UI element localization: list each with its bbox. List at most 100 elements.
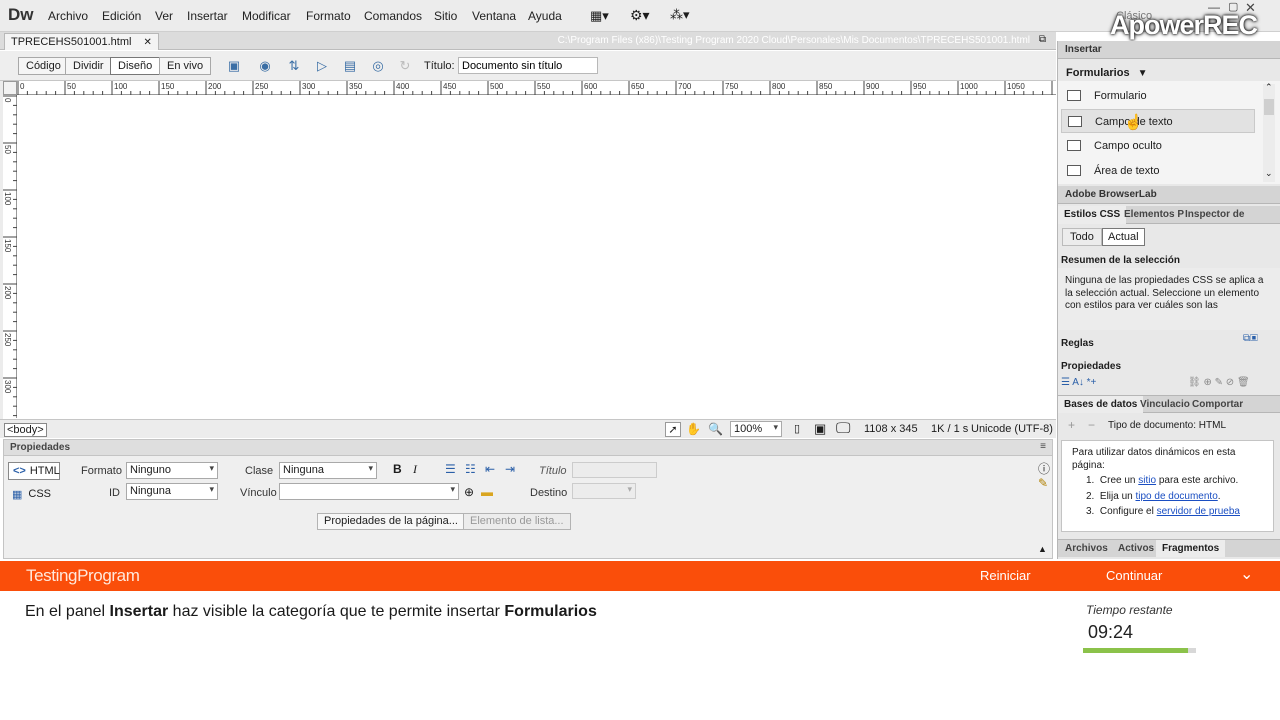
indent-icon[interactable]: ⇥ — [505, 462, 515, 476]
unordered-list-icon[interactable]: ☰ — [445, 462, 456, 476]
menu-ver[interactable]: Ver — [155, 9, 173, 23]
scroll-thumb[interactable] — [1264, 99, 1274, 115]
view-split-button[interactable]: Dividir — [65, 57, 112, 75]
clase-value: Ninguna — [283, 464, 324, 476]
destino-select[interactable]: ▾ — [572, 483, 636, 499]
tablet-size-icon[interactable]: ▣ — [814, 421, 826, 437]
menu-comandos[interactable]: Comandos — [364, 9, 422, 23]
clase-select[interactable]: Ninguna ▾ — [279, 462, 377, 479]
scroll-down-icon[interactable]: ⌄ — [1265, 168, 1273, 179]
tab-vinculaciones[interactable]: Vinculacio — [1140, 399, 1190, 410]
scroll-up-icon[interactable]: ⌃ — [1265, 82, 1273, 93]
insert-item-area-texto[interactable]: Área de texto — [1061, 159, 1255, 183]
menu-archivo[interactable]: Archivo — [48, 9, 88, 23]
page-properties-button[interactable]: Propiedades de la página... — [317, 513, 465, 530]
tab-archivos[interactable]: Archivos — [1065, 543, 1108, 554]
tab-activos[interactable]: Activos — [1118, 543, 1154, 554]
site-icon[interactable]: ⁂▾ — [670, 7, 690, 23]
document-tab[interactable]: TPRECEHS501001.html ✕ — [4, 33, 159, 50]
add-icon[interactable]: + — [1068, 418, 1075, 432]
bold-button[interactable]: B — [393, 462, 402, 476]
collapse-icon[interactable]: ▲ — [1038, 544, 1047, 554]
list-item-button[interactable]: Elemento de lista... — [463, 513, 571, 530]
menu-ventana[interactable]: Ventana — [472, 9, 516, 23]
formato-select[interactable]: Ninguno ▾ — [126, 462, 218, 479]
italic-button[interactable]: I — [413, 462, 417, 477]
horizontal-ruler: 0 50 100 150 200 250 300 350 400 450 500 550 600 650 7… — [17, 81, 1056, 95]
tab-inspector[interactable]: Inspector de — [1185, 209, 1244, 220]
property-action-icons[interactable]: ⛓ ⊕ ✎ ⊘ 🗑 — [1188, 377, 1250, 388]
id-select[interactable]: Ninguna ▾ — [126, 483, 218, 500]
encoding: Unicode (UTF-8) — [971, 423, 1053, 435]
folder-icon[interactable]: ▬ — [481, 485, 493, 499]
insert-list-scrollbar[interactable]: ⌃ ⌄ — [1263, 82, 1275, 182]
menu-edicion[interactable]: Edición — [102, 9, 141, 23]
title-input[interactable] — [458, 57, 598, 74]
chevron-down-icon[interactable]: ⌄ — [1240, 564, 1253, 584]
zoom-tool-icon[interactable]: 🔍 — [708, 422, 723, 436]
view-live-button[interactable]: En vivo — [159, 57, 212, 75]
tag-selector-body[interactable]: <body> — [4, 423, 47, 437]
gear-icon[interactable]: ⚙▾ — [630, 7, 650, 24]
desktop-size-icon[interactable]: 🖵 — [836, 420, 850, 437]
tab-estilos-css[interactable]: Estilos CSS — [1058, 206, 1127, 224]
quick-tag-editor-icon[interactable]: ✎ — [1038, 476, 1048, 490]
point-to-file-icon[interactable]: ⊕ — [464, 485, 474, 499]
tab-elementos-p[interactable]: Elementos P — [1124, 209, 1184, 220]
menu-formato[interactable]: Formato — [306, 9, 351, 23]
file-management-icon[interactable]: ⇅ — [284, 57, 304, 75]
titulo-input[interactable] — [572, 462, 657, 478]
tab-fragmentos[interactable]: Fragmentos — [1156, 540, 1226, 557]
panel-menu-icon[interactable]: ≡ — [1040, 441, 1046, 452]
menu-insertar[interactable]: Insertar — [187, 9, 228, 23]
select-tool-icon[interactable]: ➚ — [665, 422, 681, 437]
insert-panel-header[interactable]: Insertar — [1058, 41, 1280, 59]
rules-icons[interactable]: ⧉▣ — [1243, 333, 1258, 344]
tab-comportamientos[interactable]: Comportar — [1192, 399, 1243, 410]
css-mode-todo[interactable]: Todo — [1062, 228, 1102, 246]
css-mode-button[interactable]: ▦ CSS — [12, 485, 51, 503]
insert-item-formulario[interactable]: Formulario — [1061, 84, 1255, 108]
property-view-icons[interactable]: ☰ A↓ *+ — [1061, 377, 1096, 388]
outdent-icon[interactable]: ⇤ — [485, 462, 495, 476]
continuar-button[interactable]: Continuar — [1106, 568, 1162, 583]
link-tipo-documento[interactable]: tipo de documento — [1135, 491, 1217, 502]
insert-item-campo-oculto[interactable]: Campo oculto — [1061, 134, 1255, 158]
menu-ayuda[interactable]: Ayuda — [528, 9, 562, 23]
view-code-button[interactable]: Código — [18, 57, 69, 75]
vinculo-input[interactable]: ▾ — [279, 483, 459, 500]
insert-item-campo-texto[interactable]: Campo de texto — [1061, 109, 1255, 133]
ordered-list-icon[interactable]: ☷ — [465, 462, 476, 476]
link-sitio[interactable]: sitio — [1138, 475, 1156, 486]
tab-bases-datos[interactable]: Bases de datos — [1058, 396, 1144, 413]
css-tabs: Estilos CSS Elementos P Inspector de — [1058, 206, 1280, 224]
refresh-icon[interactable]: ↻ — [395, 57, 415, 75]
remove-icon[interactable]: − — [1088, 418, 1095, 432]
close-tab-icon[interactable]: ✕ — [143, 37, 151, 48]
preview-browser-icon[interactable]: ◉ — [255, 57, 275, 75]
menu-sitio[interactable]: Sitio — [434, 9, 457, 23]
link-servidor-prueba[interactable]: servidor de prueba — [1157, 506, 1240, 517]
html-mode-button[interactable]: <> HTML — [8, 462, 60, 480]
visual-aids-icon[interactable]: ▤ — [340, 57, 360, 75]
window-size[interactable]: 1108 x 345 — [864, 423, 918, 435]
design-canvas[interactable] — [17, 95, 1056, 418]
zoom-select[interactable]: 100% ▾ — [730, 421, 782, 437]
hand-tool-icon[interactable]: ✋ — [686, 422, 701, 436]
w3c-validation-icon[interactable]: ▷ — [312, 57, 332, 75]
menu-modificar[interactable]: Modificar — [242, 9, 291, 23]
insert-category-select[interactable]: Formularios ▼ — [1066, 67, 1147, 79]
insert-item-list: Formulario Campo de texto Campo oculto Á… — [1058, 81, 1280, 184]
reiniciar-button[interactable]: Reiniciar — [980, 568, 1031, 583]
browserlab-header[interactable]: Adobe BrowserLab — [1058, 186, 1280, 204]
multiscreen-icon[interactable]: ▣ — [224, 57, 244, 75]
browser-compat-icon[interactable]: ◎ — [368, 57, 388, 75]
caret-down-icon: ▼ — [1137, 67, 1148, 79]
restore-doc-icon[interactable]: ⧉ — [1039, 34, 1046, 45]
css-mode-actual[interactable]: Actual — [1102, 228, 1145, 246]
ruler-corner — [3, 81, 17, 95]
mobile-size-icon[interactable]: ▯ — [794, 422, 800, 435]
layout-icon[interactable]: ▦▾ — [590, 8, 609, 24]
help-icon[interactable]: ⓘ — [1038, 460, 1050, 477]
view-design-button[interactable]: Diseño — [110, 57, 161, 75]
